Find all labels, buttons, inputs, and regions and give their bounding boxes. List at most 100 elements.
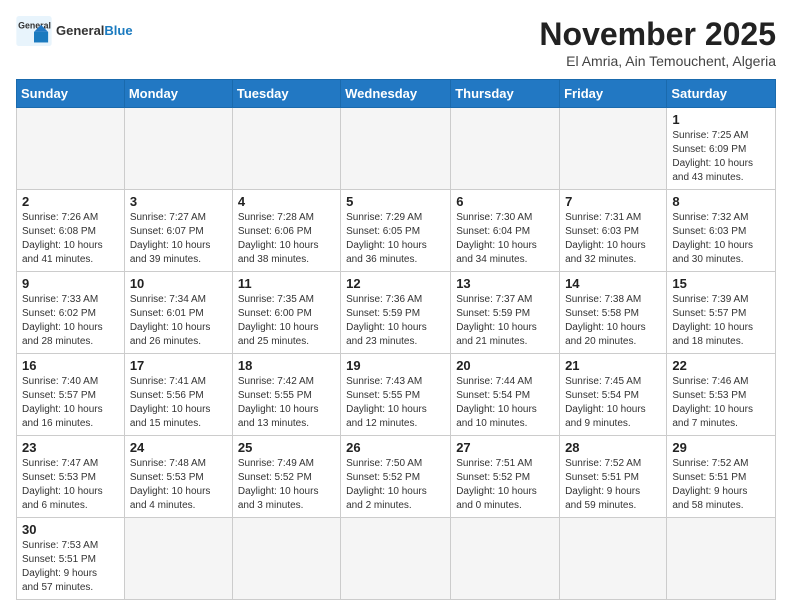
day-number: 2 xyxy=(22,194,119,209)
calendar-day-cell xyxy=(124,108,232,190)
day-info: Sunrise: 7:43 AM Sunset: 5:55 PM Dayligh… xyxy=(346,375,445,431)
calendar-day-cell xyxy=(17,108,125,190)
calendar-day-cell: 22Sunrise: 7:46 AM Sunset: 5:53 PM Dayli… xyxy=(667,354,776,436)
day-number: 13 xyxy=(456,276,554,291)
day-number: 18 xyxy=(238,358,335,373)
calendar-day-cell xyxy=(124,518,232,600)
calendar-day-cell: 18Sunrise: 7:42 AM Sunset: 5:55 PM Dayli… xyxy=(232,354,340,436)
calendar-day-cell xyxy=(341,108,451,190)
page-header: General GeneralBlue November 2025 El Amr… xyxy=(16,16,776,69)
day-info: Sunrise: 7:36 AM Sunset: 5:59 PM Dayligh… xyxy=(346,293,445,349)
day-info: Sunrise: 7:53 AM Sunset: 5:51 PM Dayligh… xyxy=(22,539,119,595)
day-info: Sunrise: 7:40 AM Sunset: 5:57 PM Dayligh… xyxy=(22,375,119,431)
header-thursday: Thursday xyxy=(451,80,560,108)
day-number: 5 xyxy=(346,194,445,209)
calendar-day-cell: 26Sunrise: 7:50 AM Sunset: 5:52 PM Dayli… xyxy=(341,436,451,518)
day-number: 15 xyxy=(672,276,770,291)
day-number: 11 xyxy=(238,276,335,291)
header-tuesday: Tuesday xyxy=(232,80,340,108)
day-info: Sunrise: 7:27 AM Sunset: 6:07 PM Dayligh… xyxy=(130,211,227,267)
day-number: 6 xyxy=(456,194,554,209)
day-info: Sunrise: 7:52 AM Sunset: 5:51 PM Dayligh… xyxy=(672,457,770,513)
calendar-day-cell: 28Sunrise: 7:52 AM Sunset: 5:51 PM Dayli… xyxy=(560,436,667,518)
calendar-day-cell: 6 Sunrise: 7:30 AM Sunset: 6:04 PM Daylig… xyxy=(451,190,560,272)
calendar-day-cell: 20 Sunrise: 7:44 AM Sunset: 5:54 PM Dayli… xyxy=(451,354,560,436)
month-year-title: November 2025 xyxy=(539,16,776,53)
day-number: 9 xyxy=(22,276,119,291)
day-info: Sunrise: 7:45 AM Sunset: 5:54 PM Dayligh… xyxy=(565,375,661,431)
header-sunday: Sunday xyxy=(17,80,125,108)
day-info: Sunrise: 7:26 AM Sunset: 6:08 PM Dayligh… xyxy=(22,211,119,267)
calendar-week-row: 1 Sunrise: 7:25 AM Sunset: 6:09 PM Daylig… xyxy=(17,108,776,190)
calendar-day-cell: 1 Sunrise: 7:25 AM Sunset: 6:09 PM Daylig… xyxy=(667,108,776,190)
calendar-day-cell: 29 Sunrise: 7:52 AM Sunset: 5:51 PM Dayli… xyxy=(667,436,776,518)
day-info: Sunrise: 7:38 AM Sunset: 5:58 PM Dayligh… xyxy=(565,293,661,349)
day-info: Sunrise: 7:28 AM Sunset: 6:06 PM Dayligh… xyxy=(238,211,335,267)
day-info: Sunrise: 7:30 AM Sunset: 6:04 PM Dayligh… xyxy=(456,211,554,267)
calendar-table: Sunday Monday Tuesday Wednesday Thursday… xyxy=(16,79,776,600)
day-info: Sunrise: 7:39 AM Sunset: 5:57 PM Dayligh… xyxy=(672,293,770,349)
calendar-day-cell: 11 Sunrise: 7:35 AM Sunset: 6:00 PM Dayli… xyxy=(232,272,340,354)
location-subtitle: El Amria, Ain Temouchent, Algeria xyxy=(539,53,776,69)
calendar-day-cell: 15 Sunrise: 7:39 AM Sunset: 5:57 PM Dayli… xyxy=(667,272,776,354)
calendar-day-cell xyxy=(560,108,667,190)
day-number: 29 xyxy=(672,440,770,455)
day-info: Sunrise: 7:37 AM Sunset: 5:59 PM Dayligh… xyxy=(456,293,554,349)
calendar-day-cell xyxy=(232,518,340,600)
day-number: 17 xyxy=(130,358,227,373)
day-number: 3 xyxy=(130,194,227,209)
calendar-day-cell: 2 Sunrise: 7:26 AM Sunset: 6:08 PM Daylig… xyxy=(17,190,125,272)
logo-text: GeneralBlue xyxy=(56,24,133,38)
day-number: 19 xyxy=(346,358,445,373)
calendar-day-cell: 19 Sunrise: 7:43 AM Sunset: 5:55 PM Dayli… xyxy=(341,354,451,436)
day-number: 14 xyxy=(565,276,661,291)
day-info: Sunrise: 7:46 AM Sunset: 5:53 PM Dayligh… xyxy=(672,375,770,431)
day-info: Sunrise: 7:47 AM Sunset: 5:53 PM Dayligh… xyxy=(22,457,119,513)
calendar-day-cell: 7 Sunrise: 7:31 AM Sunset: 6:03 PM Daylig… xyxy=(560,190,667,272)
calendar-day-cell: 9Sunrise: 7:33 AM Sunset: 6:02 PM Daylig… xyxy=(17,272,125,354)
calendar-day-cell xyxy=(451,108,560,190)
header-monday: Monday xyxy=(124,80,232,108)
day-info: Sunrise: 7:51 AM Sunset: 5:52 PM Dayligh… xyxy=(456,457,554,513)
day-number: 30 xyxy=(22,522,119,537)
calendar-day-cell: 24Sunrise: 7:48 AM Sunset: 5:53 PM Dayli… xyxy=(124,436,232,518)
day-number: 24 xyxy=(130,440,227,455)
day-info: Sunrise: 7:35 AM Sunset: 6:00 PM Dayligh… xyxy=(238,293,335,349)
day-number: 4 xyxy=(238,194,335,209)
day-number: 8 xyxy=(672,194,770,209)
calendar-header-row: Sunday Monday Tuesday Wednesday Thursday… xyxy=(17,80,776,108)
calendar-day-cell: 14 Sunrise: 7:38 AM Sunset: 5:58 PM Dayli… xyxy=(560,272,667,354)
day-info: Sunrise: 7:44 AM Sunset: 5:54 PM Dayligh… xyxy=(456,375,554,431)
calendar-day-cell xyxy=(232,108,340,190)
day-number: 25 xyxy=(238,440,335,455)
day-number: 27 xyxy=(456,440,554,455)
header-friday: Friday xyxy=(560,80,667,108)
day-number: 26 xyxy=(346,440,445,455)
calendar-day-cell: 5 Sunrise: 7:29 AM Sunset: 6:05 PM Daylig… xyxy=(341,190,451,272)
day-number: 12 xyxy=(346,276,445,291)
day-info: Sunrise: 7:31 AM Sunset: 6:03 PM Dayligh… xyxy=(565,211,661,267)
day-info: Sunrise: 7:29 AM Sunset: 6:05 PM Dayligh… xyxy=(346,211,445,267)
calendar-day-cell: 30 Sunrise: 7:53 AM Sunset: 5:51 PM Dayli… xyxy=(17,518,125,600)
calendar-day-cell: 21Sunrise: 7:45 AM Sunset: 5:54 PM Dayli… xyxy=(560,354,667,436)
day-number: 23 xyxy=(22,440,119,455)
header-wednesday: Wednesday xyxy=(341,80,451,108)
calendar-day-cell: 16Sunrise: 7:40 AM Sunset: 5:57 PM Dayli… xyxy=(17,354,125,436)
logo-icon: General xyxy=(16,16,52,46)
day-info: Sunrise: 7:52 AM Sunset: 5:51 PM Dayligh… xyxy=(565,457,661,513)
day-number: 20 xyxy=(456,358,554,373)
calendar-day-cell xyxy=(451,518,560,600)
day-number: 7 xyxy=(565,194,661,209)
calendar-day-cell: 25Sunrise: 7:49 AM Sunset: 5:52 PM Dayli… xyxy=(232,436,340,518)
calendar-week-row: 2 Sunrise: 7:26 AM Sunset: 6:08 PM Daylig… xyxy=(17,190,776,272)
day-number: 1 xyxy=(672,112,770,127)
day-info: Sunrise: 7:34 AM Sunset: 6:01 PM Dayligh… xyxy=(130,293,227,349)
calendar-week-row: 16Sunrise: 7:40 AM Sunset: 5:57 PM Dayli… xyxy=(17,354,776,436)
calendar-day-cell: 23 Sunrise: 7:47 AM Sunset: 5:53 PM Dayli… xyxy=(17,436,125,518)
calendar-day-cell xyxy=(341,518,451,600)
calendar-day-cell xyxy=(560,518,667,600)
calendar-day-cell: 10Sunrise: 7:34 AM Sunset: 6:01 PM Dayli… xyxy=(124,272,232,354)
logo: General GeneralBlue xyxy=(16,16,133,46)
day-info: Sunrise: 7:25 AM Sunset: 6:09 PM Dayligh… xyxy=(672,129,770,185)
calendar-day-cell: 12 Sunrise: 7:36 AM Sunset: 5:59 PM Dayli… xyxy=(341,272,451,354)
